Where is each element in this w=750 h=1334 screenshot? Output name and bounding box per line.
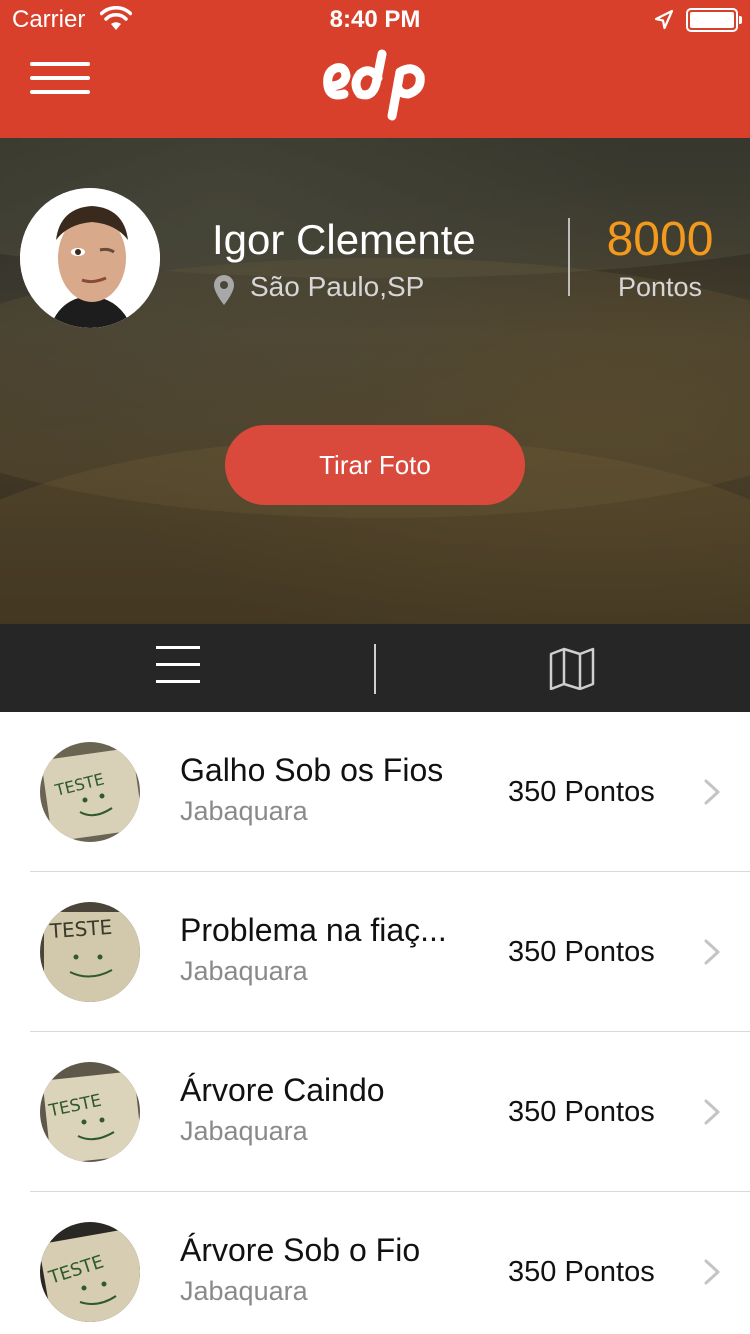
item-thumbnail: TESTE — [40, 1062, 140, 1162]
edp-logo — [323, 49, 425, 121]
item-title: Galho Sob os Fios — [180, 752, 444, 788]
points-value: 8000 — [606, 213, 714, 266]
battery-icon — [686, 8, 742, 32]
occurrence-list: TESTE Galho Sob os Fios Jabaquara 350 Po… — [0, 712, 750, 1334]
item-subtitle: Jabaquara — [180, 796, 308, 826]
location-arrow-icon — [654, 9, 674, 30]
location-pin-icon — [214, 275, 234, 305]
list-item[interactable]: TESTE Árvore Sob o Fio Jabaquara 350 Pon… — [0, 1192, 750, 1334]
points-label: Pontos — [617, 272, 703, 302]
item-thumbnail: TESTE — [40, 742, 140, 842]
list-item[interactable]: TESTE Problema na fiaç... Jabaquara 350 … — [0, 872, 750, 1032]
avatar[interactable] — [20, 188, 160, 328]
item-title: Árvore Caindo — [180, 1072, 385, 1108]
list-item[interactable]: TESTE Galho Sob os Fios Jabaquara 350 Po… — [0, 712, 750, 872]
map-icon[interactable] — [548, 646, 596, 690]
chevron-right-icon — [704, 779, 720, 805]
item-points: 350 Pontos — [508, 936, 655, 968]
user-photo — [20, 188, 160, 328]
hamburger-menu-button[interactable] — [30, 62, 94, 102]
item-title: Problema na fiaç... — [180, 912, 447, 948]
item-thumbnail: TESTE — [40, 902, 140, 1002]
chevron-right-icon — [704, 1099, 720, 1125]
user-location: São Paulo,SP — [250, 271, 425, 302]
view-toggle-bar — [0, 624, 750, 712]
user-name: Igor Clemente — [212, 216, 476, 263]
item-points: 350 Pontos — [508, 1096, 655, 1128]
item-points: 350 Pontos — [508, 776, 655, 808]
svg-text:TESTE: TESTE — [48, 915, 113, 943]
item-title: Árvore Sob o Fio — [180, 1232, 421, 1268]
status-time: 8:40 PM — [329, 6, 421, 33]
profile-divider — [568, 218, 570, 296]
item-subtitle: Jabaquara — [180, 956, 308, 986]
list-item[interactable]: TESTE Árvore Caindo Jabaquara 350 Pontos — [0, 1032, 750, 1192]
toolbar-divider — [374, 644, 376, 694]
app-header: Carrier 8:40 PM — [0, 0, 750, 138]
take-photo-button[interactable]: Tirar Foto — [225, 425, 525, 505]
chevron-right-icon — [704, 939, 720, 965]
status-bar: Carrier 8:40 PM — [0, 0, 750, 40]
profile-hero: Igor Clemente São Paulo,SP 8000 Pontos T… — [0, 138, 750, 624]
item-thumbnail: TESTE — [40, 1222, 140, 1322]
chevron-right-icon — [704, 1259, 720, 1285]
item-subtitle: Jabaquara — [180, 1116, 308, 1146]
item-subtitle: Jabaquara — [180, 1276, 308, 1306]
list-icon[interactable] — [156, 646, 202, 690]
item-points: 350 Pontos — [508, 1256, 655, 1288]
